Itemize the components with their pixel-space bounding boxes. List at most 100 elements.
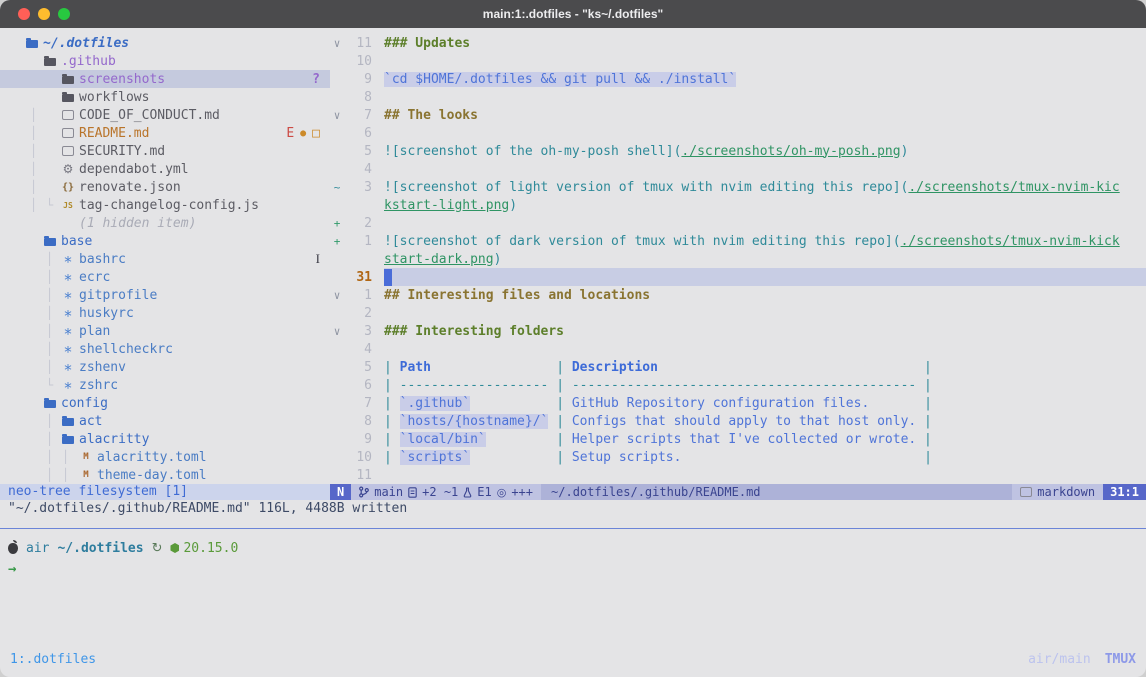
tree-item[interactable]: screenshots?: [0, 70, 330, 88]
tree-item[interactable]: │*gitprofile: [0, 286, 330, 304]
editor-line[interactable]: ∨11### Updates: [330, 34, 1146, 52]
editor-line[interactable]: 5![screenshot of the oh-my-posh shell](.…: [330, 142, 1146, 160]
tree-item[interactable]: │⚙dependabot.yml: [0, 160, 330, 178]
editor-line[interactable]: 11: [330, 466, 1146, 484]
tree-item[interactable]: │*huskyrc: [0, 304, 330, 322]
editor-line[interactable]: 4: [330, 160, 1146, 178]
tree-item-label: .github: [61, 54, 116, 69]
editor-line[interactable]: 9| `local/bin` | Helper scripts that I'v…: [330, 430, 1146, 448]
tree-item[interactable]: │act: [0, 412, 330, 430]
line-number: 11: [344, 36, 372, 51]
git-branch-icon: [359, 486, 369, 498]
editor-line[interactable]: 9`cd $HOME/.dotfiles && git pull && ./in…: [330, 70, 1146, 88]
editor-pane[interactable]: ∨11### Updates109`cd $HOME/.dotfiles && …: [330, 28, 1146, 500]
line-number: 6: [344, 126, 372, 141]
tree-item[interactable]: .github: [0, 52, 330, 70]
status-badge: ?: [312, 72, 320, 87]
tree-item[interactable]: │*shellcheckrc: [0, 340, 330, 358]
editor-line[interactable]: ∨1## Interesting files and locations: [330, 286, 1146, 304]
node-icon: [170, 543, 179, 553]
editor-line[interactable]: kstart-light.png): [330, 196, 1146, 214]
tree-item[interactable]: config: [0, 394, 330, 412]
markdown-file-icon: [60, 128, 76, 138]
fold-marker-icon: ∨: [330, 109, 344, 122]
editor-line[interactable]: 6: [330, 124, 1146, 142]
line-number: 6: [344, 378, 372, 393]
tree-item[interactable]: │└JStag-changelog-config.js: [0, 196, 330, 214]
line-number: 3: [344, 324, 372, 339]
indent-guide: │: [62, 466, 69, 484]
line-number: 5: [344, 360, 372, 375]
folder-icon: [24, 38, 40, 48]
tree-item[interactable]: │ alacritty: [0, 430, 330, 448]
tree-item[interactable]: │SECURITY.md: [0, 142, 330, 160]
tree-item[interactable]: base: [0, 232, 330, 250]
editor-line[interactable]: 8| `hosts/{hostname}/` | Configs that sh…: [330, 412, 1146, 430]
tree-item[interactable]: │CODE_OF_CONDUCT.md: [0, 106, 330, 124]
line-number: 9: [344, 72, 372, 87]
tree-item[interactable]: ~/.dotfiles: [0, 34, 330, 52]
flask-icon: [463, 487, 472, 498]
shell-prompt: air ~/.dotfiles ↻ 20.15.0: [0, 538, 1146, 558]
tree-item-label: alacritty: [79, 432, 149, 447]
tree-item[interactable]: (1 hidden item): [0, 214, 330, 232]
editor-line[interactable]: +1![screenshot of dark version of tmux w…: [330, 232, 1146, 250]
braces-icon: {}: [60, 182, 76, 193]
tmux-right-status: air/main TMUX: [1028, 652, 1136, 667]
editor-line[interactable]: 6| ------------------- | ---------------…: [330, 376, 1146, 394]
status-badge: ●: [300, 128, 306, 139]
tree-item[interactable]: │*ecrc: [0, 268, 330, 286]
tree-item-label: screenshots: [79, 72, 165, 87]
folder-icon: [42, 236, 58, 246]
git-branch-name: main: [374, 485, 403, 499]
editor-line[interactable]: 10: [330, 52, 1146, 70]
indent-guide: │: [46, 322, 53, 340]
tree-item[interactable]: │{}renovate.json: [0, 178, 330, 196]
close-button[interactable]: [18, 8, 30, 20]
tree-item-label: zshenv: [79, 360, 126, 375]
tmux-pane-border[interactable]: [0, 528, 1146, 529]
diagnostics-count: E1: [477, 485, 491, 499]
tree-item[interactable]: │*bashrcI: [0, 250, 330, 268]
line-number: 2: [344, 216, 372, 231]
minimize-button[interactable]: [38, 8, 50, 20]
indent-guide: └: [46, 196, 53, 214]
status-badge: I: [316, 251, 320, 267]
editor-line[interactable]: ∨3### Interesting folders: [330, 322, 1146, 340]
indent-guide: │: [46, 268, 53, 286]
editor-line[interactable]: ∨7## The looks: [330, 106, 1146, 124]
tree-item[interactable]: workflows: [0, 88, 330, 106]
tree-item[interactable]: │*zshenv: [0, 358, 330, 376]
editor-line[interactable]: 4: [330, 340, 1146, 358]
tree-item[interactable]: ││Malacritty.toml: [0, 448, 330, 466]
neo-tree-panel: ~/.dotfiles.githubscreenshots?workflows│…: [0, 28, 330, 500]
line-number: 2: [344, 306, 372, 321]
indent-guide: │: [46, 430, 53, 448]
editor-line[interactable]: 8: [330, 88, 1146, 106]
tree-item-label: renovate.json: [79, 180, 181, 195]
tree-item[interactable]: └*zshrc: [0, 376, 330, 394]
tree-item[interactable]: │*plan: [0, 322, 330, 340]
star-icon: *: [60, 330, 76, 338]
tree-item[interactable]: │README.mdE●□: [0, 124, 330, 142]
editor-buffer[interactable]: ∨11### Updates109`cd $HOME/.dotfiles && …: [330, 28, 1146, 484]
editor-line[interactable]: +2: [330, 214, 1146, 232]
tmux-session-name: air/main: [1028, 652, 1091, 667]
star-icon: *: [60, 276, 76, 284]
traffic-lights: [18, 8, 70, 20]
zoom-button[interactable]: [58, 8, 70, 20]
titlebar[interactable]: main:1:.dotfiles - "ks~/.dotfiles": [0, 0, 1146, 28]
tmux-window-tab[interactable]: 1:.dotfiles: [10, 652, 96, 667]
editor-line[interactable]: ~3![screenshot of light version of tmux …: [330, 178, 1146, 196]
tmux-pane-top: ~/.dotfiles.githubscreenshots?workflows│…: [0, 28, 1146, 500]
editor-line[interactable]: 5| Path | Description |: [330, 358, 1146, 376]
editor-line[interactable]: start-dark.png): [330, 250, 1146, 268]
tree-item-label: README.md: [79, 126, 149, 141]
editor-line[interactable]: 10| `scripts` | Setup scripts. |: [330, 448, 1146, 466]
tree-item[interactable]: ││Mtheme-day.toml: [0, 466, 330, 484]
editor-line[interactable]: 31: [330, 268, 1146, 286]
editor-line[interactable]: 7| `.github` | GitHub Repository configu…: [330, 394, 1146, 412]
fold-marker-icon: ∨: [330, 37, 344, 50]
editor-line[interactable]: 2: [330, 304, 1146, 322]
prompt-arrow[interactable]: →: [0, 561, 1146, 579]
